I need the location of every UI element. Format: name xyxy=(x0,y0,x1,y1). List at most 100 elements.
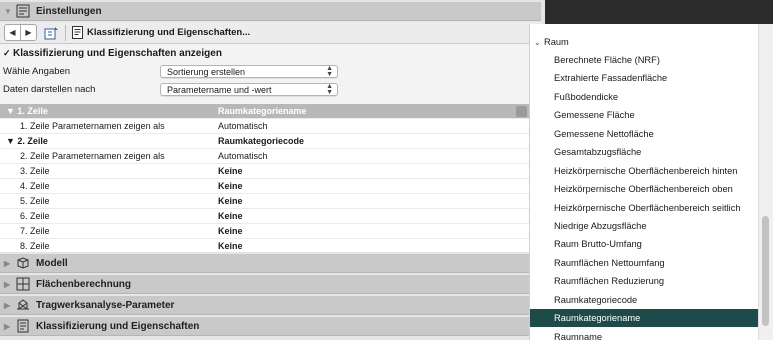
scroll-thumb[interactable] xyxy=(516,106,527,117)
table-row[interactable]: 1. Zeile Parameternamen zeigen als Autom… xyxy=(0,119,530,134)
display-by-label: Daten darstellen nach xyxy=(3,84,96,95)
navigation-bar: ◀ ▶ Klassifizierung und Eigenschaften... xyxy=(0,22,541,44)
table-row[interactable]: 2. Zeile Parameternamen zeigen als Autom… xyxy=(0,149,530,164)
select-data-dropdown[interactable]: Sortierung erstellen ▲ ▼ xyxy=(160,65,338,78)
show-classification-label: Klassifizierung und Eigenschaften anzeig… xyxy=(13,48,222,59)
item-label: Extrahierte Fassadenfläche xyxy=(554,73,668,83)
settings-section-header[interactable]: ▼ Einstellungen xyxy=(0,2,541,21)
settings-panel: ▼ Einstellungen ◀ ▶ Klassifizierung und … xyxy=(0,0,545,340)
row-value: Keine xyxy=(218,226,243,236)
section-model[interactable]: ▶ Modell xyxy=(0,254,541,273)
row-value: Automatisch xyxy=(218,121,268,131)
disclosure-closed-icon[interactable]: ▶ xyxy=(4,280,12,289)
section-title: Flächenberechnung xyxy=(36,278,132,290)
item-label: Raum Brutto-Umfang xyxy=(554,239,642,249)
disclosure-closed-icon[interactable]: ▶ xyxy=(4,259,12,268)
row-value: Raumkategoriename xyxy=(218,106,307,116)
item-label: Berechnete Fläche (NRF) xyxy=(554,55,660,65)
row-settings-table: ▼ 1. Zeile Raumkategoriename 1. Zeile Pa… xyxy=(0,104,530,252)
settings-icon xyxy=(16,4,30,18)
table-row[interactable]: 7. Zeile Keine xyxy=(0,224,530,239)
table-row[interactable]: 4. Zeile Keine xyxy=(0,179,530,194)
row-label: ▼ 1. Zeile xyxy=(6,106,48,116)
item-label: Gemessene Fläche xyxy=(554,110,635,120)
list-item[interactable]: Raumflächen Nettoumfang xyxy=(530,254,759,272)
list-item[interactable]: Raumkategoriecode xyxy=(530,291,759,309)
list-item[interactable]: Heizkörpernische Oberflächenbereich hint… xyxy=(530,162,759,180)
list-item[interactable]: Raumflächen Reduzierung xyxy=(530,272,759,290)
forward-arrow-icon[interactable]: ▶ xyxy=(20,25,36,40)
list-item[interactable]: Berechnete Fläche (NRF) xyxy=(530,51,759,69)
parameter-dropdown-list: ⌄ Raum Berechnete Fläche (NRF) Extrahier… xyxy=(529,24,759,340)
list-item[interactable]: Heizkörpernische Oberflächenbereich oben xyxy=(530,180,759,198)
select-data-value: Sortierung erstellen xyxy=(167,66,246,77)
list-item[interactable]: Extrahierte Fassadenfläche xyxy=(530,69,759,87)
item-label: Heizkörpernische Oberflächenbereich seit… xyxy=(554,203,741,213)
row-value: Keine xyxy=(218,241,243,251)
disclosure-open-icon[interactable]: ▼ xyxy=(4,7,12,16)
table-row[interactable]: 3. Zeile Keine xyxy=(0,164,530,179)
show-classification-checkbox[interactable]: ✓ Klassifizierung und Eigenschaften anze… xyxy=(3,48,222,59)
row-label: 5. Zeile xyxy=(20,196,50,206)
back-arrow-icon[interactable]: ◀ xyxy=(5,25,20,40)
item-label: Heizkörpernische Oberflächenbereich hint… xyxy=(554,166,738,176)
table-row[interactable]: 5. Zeile Keine xyxy=(0,194,530,209)
display-by-value: Parametername und -wert xyxy=(167,84,272,95)
display-by-dropdown[interactable]: Parametername und -wert ▲ ▼ xyxy=(160,83,338,96)
dropdown-scrollbar[interactable] xyxy=(758,24,773,340)
section-area-calc[interactable]: ▶ Flächenberechnung xyxy=(0,275,541,294)
section-classification[interactable]: ▶ Klassifizierung und Eigenschaften xyxy=(0,317,541,336)
section-structural[interactable]: ▶ Tragwerksanalyse-Parameter xyxy=(0,296,541,315)
table-row[interactable]: ▼ 1. Zeile Raumkategoriename xyxy=(0,104,530,119)
list-item[interactable]: Fußbodendicke xyxy=(530,88,759,106)
list-item[interactable]: Niedrige Abzugsfläche xyxy=(530,217,759,235)
scroll-thumb[interactable] xyxy=(762,216,769,326)
item-label: Gesamtabzugsfläche xyxy=(554,147,642,157)
list-item[interactable]: Raum Brutto-Umfang xyxy=(530,235,759,253)
table-row[interactable]: 6. Zeile Keine xyxy=(0,209,530,224)
table-row[interactable]: 8. Zeile Keine xyxy=(0,239,530,252)
row-label: 3. Zeile xyxy=(20,166,50,176)
select-data-label: Wähle Angaben xyxy=(3,66,71,77)
up-down-chevron-icon: ▲ ▼ xyxy=(326,83,333,96)
up-down-chevron-icon: ▲ ▼ xyxy=(326,65,333,78)
favorites-icon[interactable] xyxy=(43,25,61,41)
group-label: Raum xyxy=(544,37,569,47)
row-value: Automatisch xyxy=(218,151,268,161)
list-item[interactable]: Gesamtabzugsfläche xyxy=(530,143,759,161)
disclosure-closed-icon[interactable]: ▶ xyxy=(4,322,12,331)
list-group-raum[interactable]: ⌄ Raum xyxy=(530,33,759,51)
list-item[interactable]: Gemessene Fläche xyxy=(530,106,759,124)
item-label: Raumkategoriecode xyxy=(554,295,638,305)
list-item[interactable]: Heizkörpernische Oberflächenbereich seit… xyxy=(530,199,759,217)
checkmark-icon: ✓ xyxy=(3,48,11,58)
row-label: 1. Zeile Parameternamen zeigen als xyxy=(20,121,165,131)
model-icon xyxy=(16,256,30,270)
settings-section-title: Einstellungen xyxy=(36,5,102,17)
list-item[interactable]: Gemessene Nettofläche xyxy=(530,125,759,143)
section-title: Tragwerksanalyse-Parameter xyxy=(36,299,175,311)
list-item-selected[interactable]: Raumkategoriename xyxy=(530,309,759,327)
classification-icon xyxy=(16,319,30,333)
area-calc-icon xyxy=(16,277,30,291)
nav-divider xyxy=(65,24,66,41)
row-label-text: 1. Zeile xyxy=(17,106,48,116)
item-label: Raumname xyxy=(554,332,603,340)
chevron-down-icon: ⌄ xyxy=(534,37,541,47)
row-value: Keine xyxy=(218,211,243,221)
table-row[interactable]: ▼ 2. Zeile Raumkategoriecode xyxy=(0,134,530,149)
row-label: 8. Zeile xyxy=(20,241,50,251)
item-label: Gemessene Nettofläche xyxy=(554,129,654,139)
list-item[interactable]: Raumname xyxy=(530,328,759,340)
structural-icon xyxy=(16,298,30,312)
breadcrumb-label: Klassifizierung und Eigenschaften... xyxy=(87,27,251,38)
section-title: Klassifizierung und Eigenschaften xyxy=(36,320,200,332)
row-label: 4. Zeile xyxy=(20,181,50,191)
row-value: Keine xyxy=(218,181,243,191)
breadcrumb[interactable]: Klassifizierung und Eigenschaften... xyxy=(72,26,250,39)
item-label: Fußbodendicke xyxy=(554,92,619,102)
disclosure-closed-icon[interactable]: ▶ xyxy=(4,301,12,310)
item-label: Raumflächen Nettoumfang xyxy=(554,258,665,268)
item-label: Raumflächen Reduzierung xyxy=(554,276,665,286)
back-forward-buttons: ◀ ▶ xyxy=(4,24,37,41)
